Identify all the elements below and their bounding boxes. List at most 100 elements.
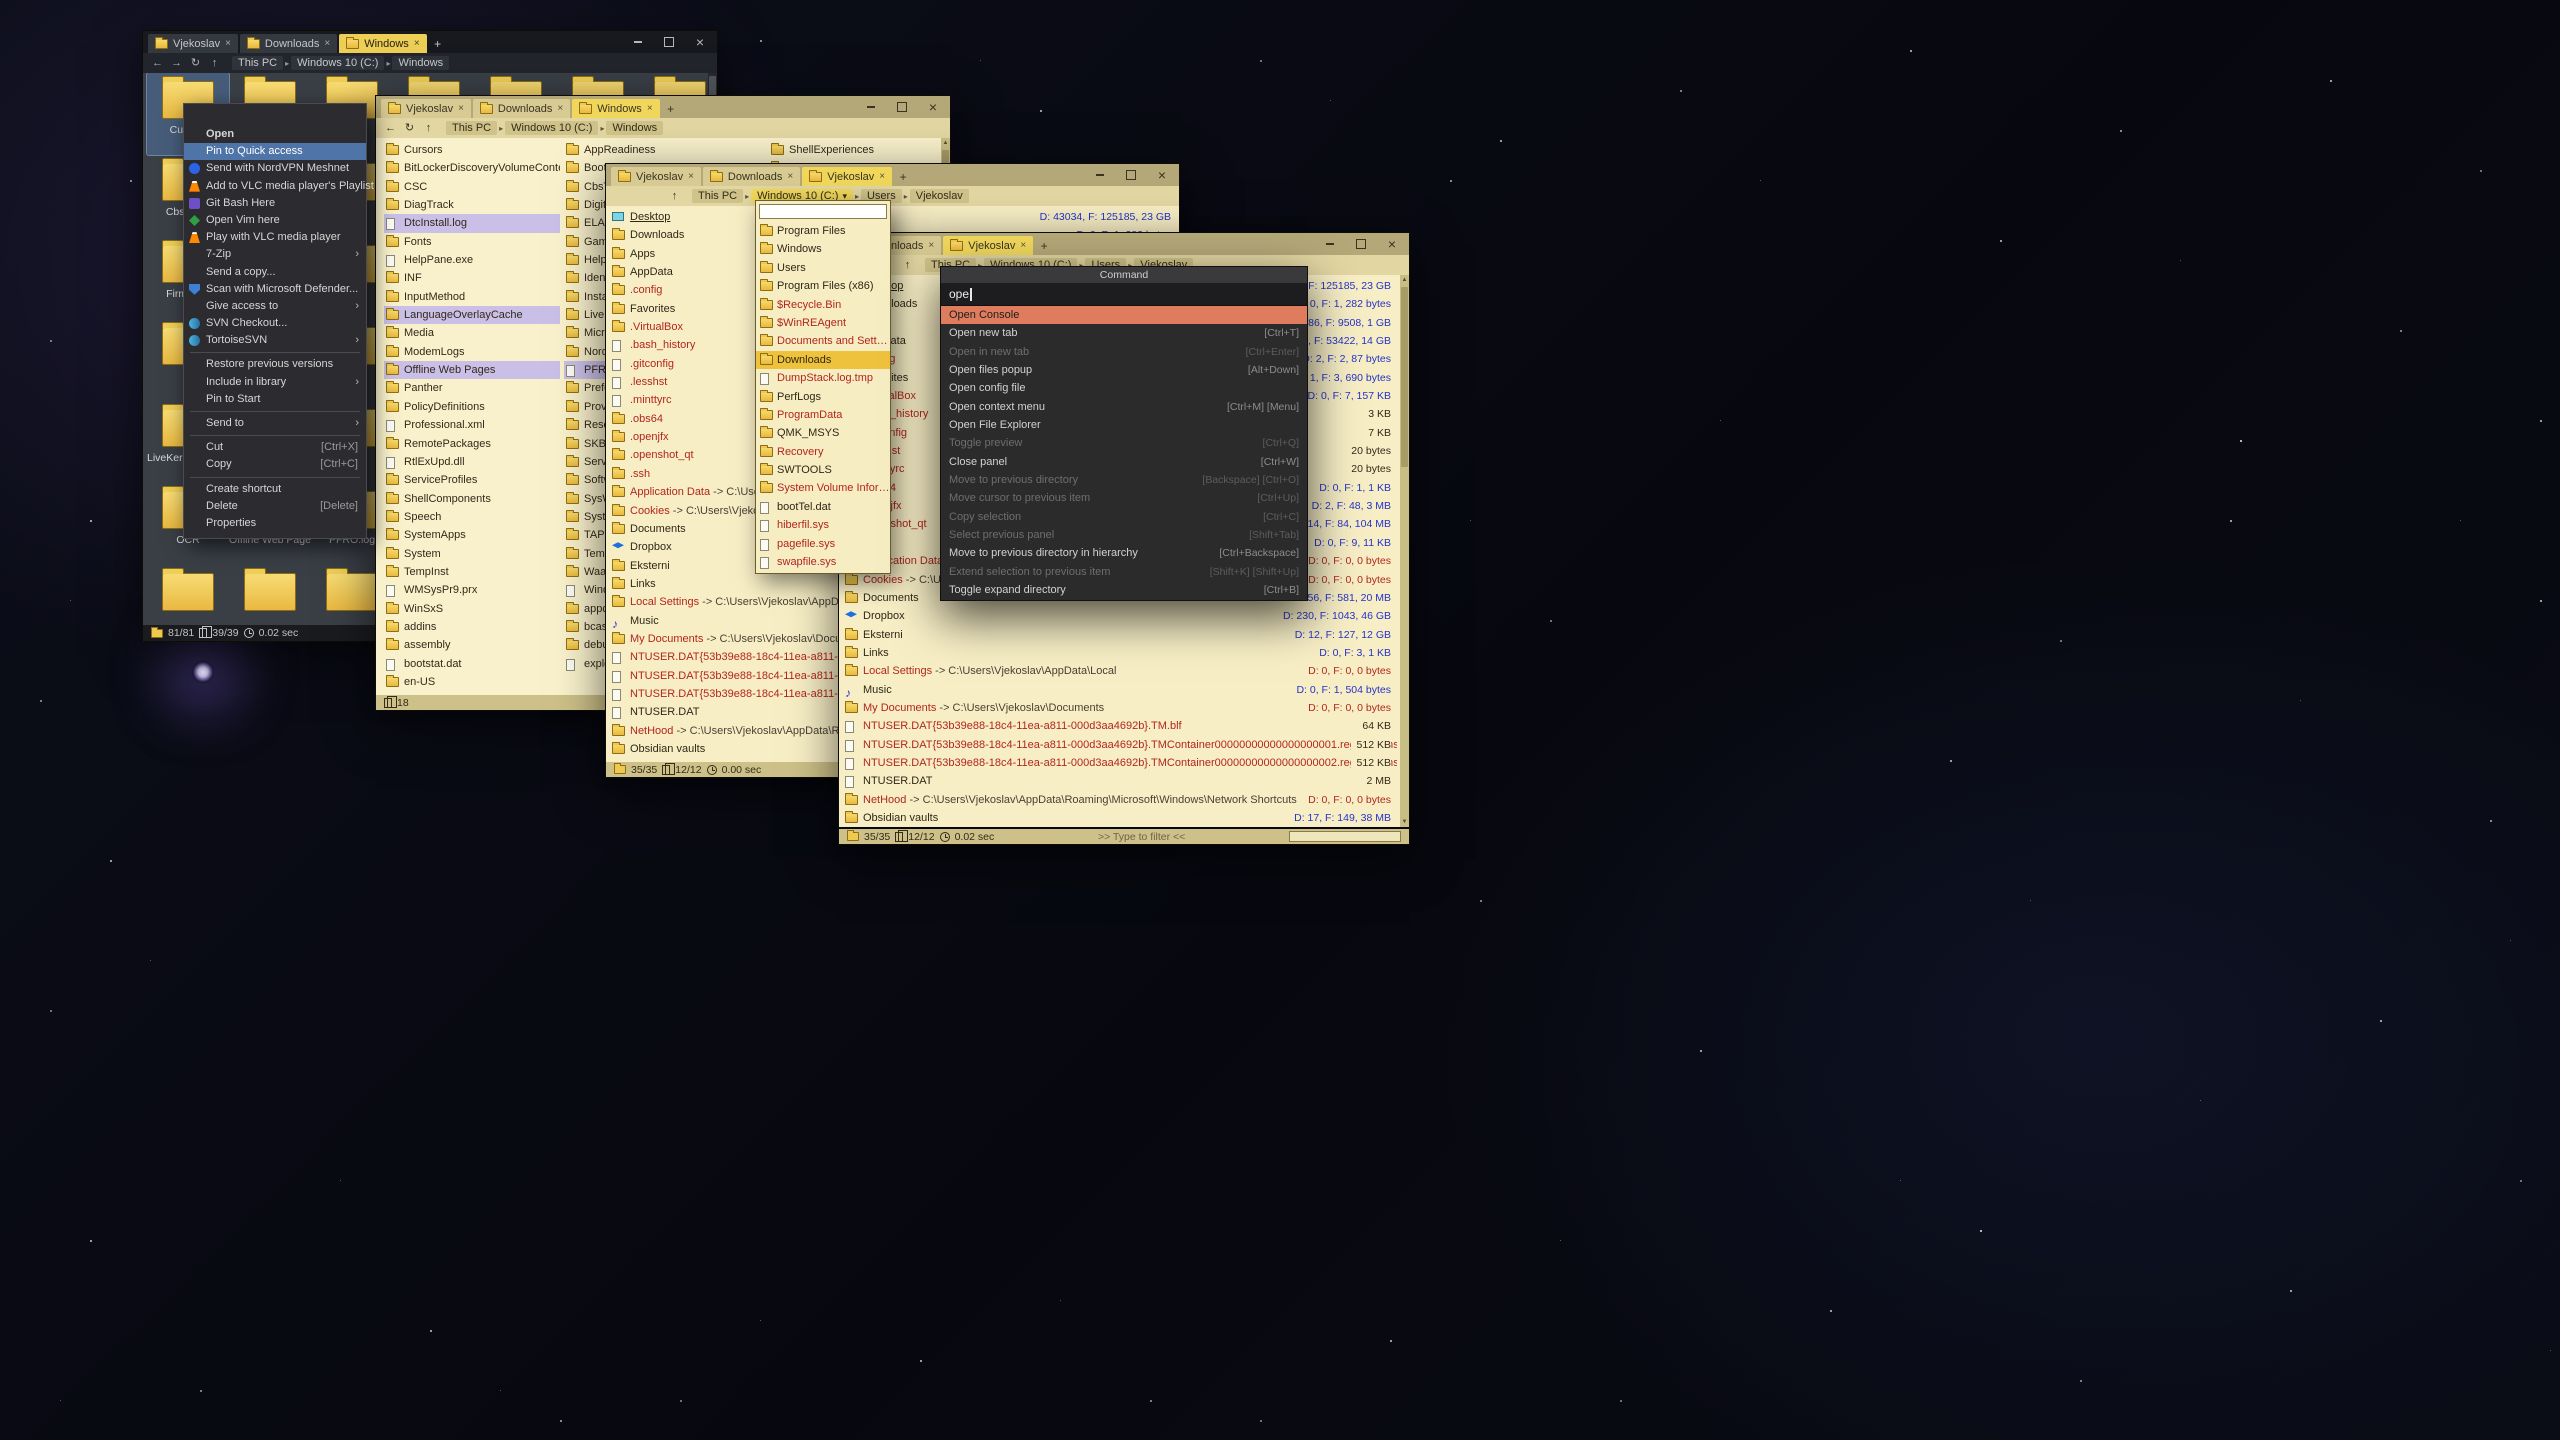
scrollbar-thumb[interactable] [1401, 287, 1408, 467]
list-item[interactable]: CSC [384, 178, 560, 196]
list-item[interactable]: ServiceProfiles [384, 471, 560, 489]
minimize-button[interactable] [626, 34, 650, 49]
command-item[interactable]: Open files popup [Alt+Down] [941, 361, 1307, 379]
list-item[interactable]: InputMethod [384, 288, 560, 306]
close-button[interactable] [921, 99, 945, 114]
command-item[interactable]: Open Console [941, 306, 1307, 324]
vertical-scrollbar[interactable]: ▲ ▼ [1400, 275, 1409, 827]
command-item[interactable]: Toggle expand directory [Ctrl+B] [941, 581, 1307, 599]
popup-item[interactable]: Users [756, 259, 890, 277]
list-item[interactable]: Media [384, 324, 560, 342]
tab-close-icon[interactable] [879, 172, 885, 182]
list-item[interactable]: HelpPane.exe [384, 251, 560, 269]
up-icon[interactable] [899, 257, 916, 273]
up-icon[interactable] [666, 188, 683, 204]
list-item[interactable]: DiagTrack [384, 196, 560, 214]
context-menu-item[interactable]: Delete [Delete] [184, 498, 366, 515]
popup-item[interactable]: QMK_MSYS [756, 424, 890, 442]
tab[interactable]: Downloads [240, 34, 337, 53]
tab[interactable]: Downloads [703, 167, 800, 186]
tab-close-icon[interactable] [787, 172, 793, 182]
context-menu-item[interactable] [184, 432, 366, 439]
context-menu-item[interactable]: Send to › [184, 415, 366, 432]
back-icon[interactable] [382, 120, 399, 136]
tab[interactable]: Vjekoslav [148, 34, 238, 53]
list-item[interactable]: Speech [384, 508, 560, 526]
context-menu-item[interactable]: Properties [184, 515, 366, 532]
list-item[interactable]: DtcInstall.log [384, 214, 560, 232]
minimize-button[interactable] [859, 99, 883, 114]
refresh-icon[interactable] [187, 55, 204, 71]
context-menu-item[interactable]: Send a copy... [184, 264, 366, 281]
context-menu-item[interactable] [184, 408, 366, 415]
list-item[interactable]: ShellExperiences [769, 141, 945, 159]
popup-item[interactable]: DumpStack.log.tmp [756, 369, 890, 387]
grid-item[interactable] [229, 565, 311, 625]
popup-item[interactable]: bootTel.dat [756, 498, 890, 516]
tab[interactable]: Windows [572, 99, 659, 118]
file-row[interactable]: My Documents -> C:\Users\Vjekoslav\Docum… [841, 699, 1397, 717]
minimize-button[interactable] [1088, 167, 1112, 182]
file-row[interactable]: Links D: 0, F: 3, 1 KB [841, 644, 1397, 662]
list-item[interactable]: PolicyDefinitions [384, 398, 560, 416]
popup-item[interactable]: swapfile.sys [756, 553, 890, 571]
breadcrumb-item[interactable]: Windows [606, 121, 663, 135]
tab[interactable]: Vjekoslav [381, 99, 471, 118]
popup-item[interactable]: Program Files [756, 222, 890, 240]
up-icon[interactable] [420, 120, 437, 136]
breadcrumb-item[interactable]: This PC [232, 56, 283, 70]
list-item[interactable]: assembly [384, 636, 560, 654]
popup-item[interactable]: ProgramData [756, 406, 890, 424]
tab[interactable]: Vjekoslav [611, 167, 701, 186]
list-item[interactable]: SystemApps [384, 526, 560, 544]
popup-item[interactable]: Documents and Settings [756, 332, 890, 350]
context-menu-item[interactable]: TortoiseSVN › [184, 332, 366, 349]
popup-item[interactable]: SWTOOLS [756, 461, 890, 479]
up-icon[interactable] [206, 55, 223, 71]
command-item[interactable]: Open in new tab [Ctrl+Enter] [941, 343, 1307, 361]
file-row[interactable]: NTUSER.DAT 2 MB [841, 772, 1397, 790]
tab-close-icon[interactable] [458, 104, 464, 114]
command-item[interactable]: Toggle preview [Ctrl+Q] [941, 434, 1307, 452]
context-menu-item[interactable]: Copy [Ctrl+C] [184, 456, 366, 473]
command-input[interactable]: ope [941, 283, 1307, 306]
breadcrumb-item[interactable]: Vjekoslav [910, 189, 969, 203]
tab-close-icon[interactable] [688, 172, 694, 182]
list-item[interactable]: en-US [384, 673, 560, 691]
list-item[interactable]: LanguageOverlayCache [384, 306, 560, 324]
popup-item[interactable]: Windows [756, 240, 890, 258]
list-item[interactable]: bootstat.dat [384, 655, 560, 673]
popup-item[interactable]: pagefile.sys [756, 535, 890, 553]
popup-item[interactable]: hiberfil.sys [756, 516, 890, 534]
popup-item[interactable]: Program Files (x86) [756, 277, 890, 295]
tab[interactable]: Downloads [473, 99, 570, 118]
file-row[interactable]: Obsidian vaults D: 17, F: 149, 38 MB [841, 809, 1397, 827]
file-row[interactable]: NTUSER.DAT{53b39e88-18c4-11ea-a811-000d3… [841, 736, 1397, 754]
tab[interactable]: Windows [339, 34, 426, 53]
file-row[interactable]: NTUSER.DAT{53b39e88-18c4-11ea-a811-000d3… [841, 754, 1397, 772]
tab-close-icon[interactable] [557, 104, 563, 114]
list-item[interactable]: ShellComponents [384, 490, 560, 508]
list-item[interactable]: RtlExUpd.dll [384, 453, 560, 471]
breadcrumb-item[interactable]: Windows 10 (C:) [291, 56, 384, 70]
breadcrumb-item[interactable]: Windows [392, 56, 449, 70]
file-row[interactable]: NTUSER.DAT{53b39e88-18c4-11ea-a811-000d3… [841, 717, 1397, 735]
context-menu-item[interactable]: Give access to › [184, 298, 366, 315]
list-item[interactable]: RemotePackages [384, 435, 560, 453]
context-menu-item[interactable] [184, 349, 366, 356]
command-item[interactable]: Extend selection to previous item [Shift… [941, 563, 1307, 581]
list-item[interactable]: TempInst [384, 563, 560, 581]
file-row[interactable]: Music D: 0, F: 1, 504 bytes [841, 681, 1397, 699]
tab-close-icon[interactable] [928, 241, 934, 251]
breadcrumb-item[interactable]: Windows 10 (C:) [505, 121, 598, 135]
file-row[interactable]: Eksterni D: 12, F: 127, 12 GB [841, 626, 1397, 644]
refresh-icon[interactable] [401, 120, 418, 136]
command-item[interactable]: Move cursor to previous item [Ctrl+Up] [941, 489, 1307, 507]
context-menu-item[interactable]: Scan with Microsoft Defender... [184, 281, 366, 298]
maximize-button[interactable] [890, 99, 914, 114]
context-menu-item[interactable]: Pin to Quick access [184, 143, 366, 160]
file-row[interactable]: NetHood -> C:\Users\Vjekoslav\AppData\Ro… [841, 791, 1397, 809]
command-item[interactable]: Open new tab [Ctrl+T] [941, 324, 1307, 342]
tab[interactable]: Vjekoslav [943, 236, 1033, 255]
command-item[interactable]: Open context menu [Ctrl+M] [Menu] [941, 398, 1307, 416]
